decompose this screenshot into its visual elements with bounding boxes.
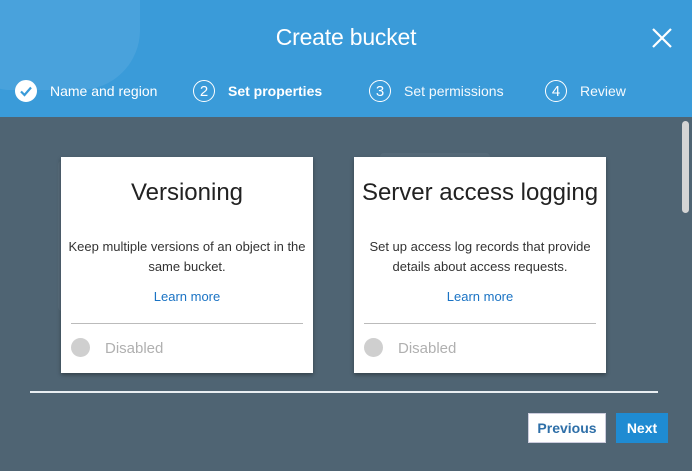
dialog-title: Create bucket [275,24,417,50]
wizard-steps: Name and region 2 Set properties 3 Set p… [0,78,692,104]
card-description: Keep multiple versions of an object in t… [68,239,306,274]
dialog-body: Versioning Keep multiple versions of an … [0,117,692,471]
section-divider [30,391,658,393]
step-label: Set properties [228,83,323,99]
step-number: 4 [545,80,567,102]
card-title: Server access logging [361,179,599,206]
divider [364,323,596,324]
status-radio[interactable] [364,338,383,357]
close-icon[interactable] [650,26,674,50]
dialog-header: Create bucket Name and region 2 Set prop… [0,0,692,117]
status-radio[interactable] [71,338,90,357]
divider [71,323,303,324]
step-label: Set permissions [404,83,504,99]
step-set-permissions[interactable]: 3 Set permissions [369,78,504,104]
learn-more-link[interactable]: Learn more [61,289,313,304]
card-title: Versioning [130,179,244,206]
previous-button[interactable]: Previous [528,413,606,443]
card-description: Set up access log records that provide d… [369,239,591,274]
step-name-and-region[interactable]: Name and region [15,78,157,104]
check-icon [15,80,37,102]
step-review[interactable]: 4 Review [545,78,626,104]
server-access-logging-card[interactable]: Server access logging Set up access log … [354,157,606,373]
next-button[interactable]: Next [616,413,668,443]
learn-more-link[interactable]: Learn more [354,289,606,304]
versioning-card[interactable]: Versioning Keep multiple versions of an … [61,157,313,373]
step-label: Review [580,83,626,99]
status-label: Disabled [398,340,457,357]
status-label: Disabled [105,340,164,357]
scrollbar[interactable] [678,117,692,389]
step-number: 2 [193,80,215,102]
step-number: 3 [369,80,391,102]
step-label: Name and region [50,83,158,99]
scrollbar-thumb[interactable] [682,121,689,213]
step-set-properties[interactable]: 2 Set properties [193,78,322,104]
